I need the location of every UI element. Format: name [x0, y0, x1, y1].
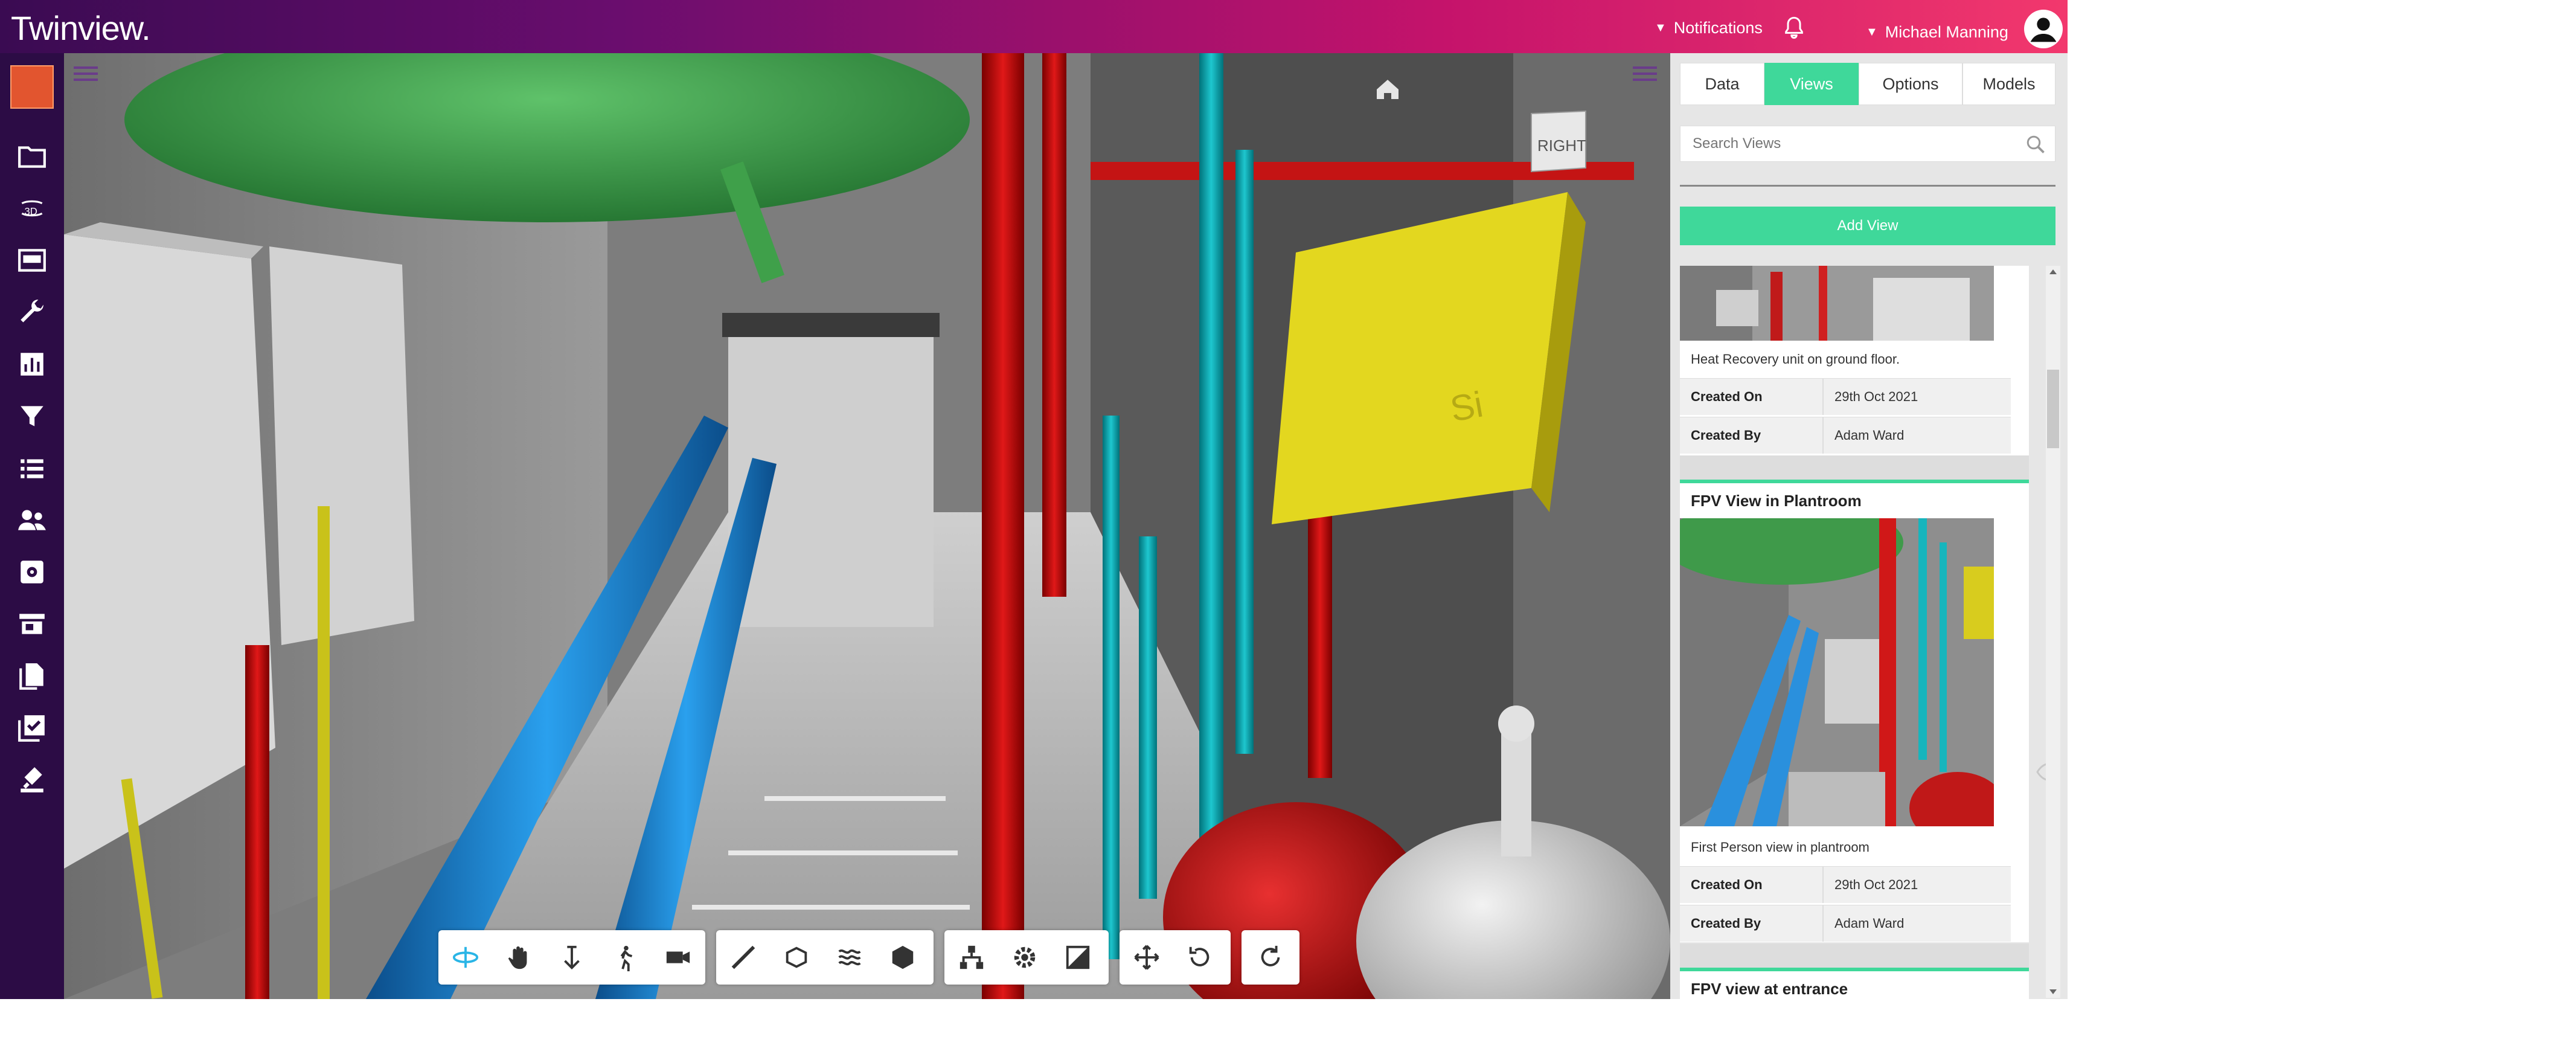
- view-thumbnail[interactable]: [1680, 518, 1994, 826]
- measure-icon[interactable]: [727, 941, 760, 974]
- user-name: Michael Manning: [1885, 22, 2008, 41]
- created-on-row: Created On 29th Oct 2021: [1680, 378, 2011, 415]
- pan-icon[interactable]: [502, 941, 535, 974]
- chart-icon[interactable]: [14, 347, 50, 382]
- wrench-icon[interactable]: [14, 295, 50, 330]
- views-list: Heat Recovery unit on ground floor. Crea…: [1680, 266, 2055, 1051]
- filter-icon[interactable]: [14, 399, 50, 434]
- user-menu[interactable]: ▼ Michael Manning: [1866, 10, 2063, 48]
- model-browser-icon[interactable]: [955, 941, 988, 974]
- caret-down-icon: ▼: [1866, 25, 1878, 39]
- folder-icon[interactable]: [14, 139, 50, 174]
- stamp-icon[interactable]: [14, 762, 50, 797]
- notifications-label: Notifications: [1673, 18, 1763, 37]
- scrollbar-thumb[interactable]: [2047, 370, 2059, 448]
- move-icon[interactable]: [1130, 941, 1163, 974]
- card-separator: [1680, 455, 2029, 480]
- app-logo[interactable]: Twinview.: [11, 8, 151, 48]
- tab-data[interactable]: Data: [1680, 63, 1764, 105]
- documents-icon[interactable]: [14, 658, 50, 693]
- viewport-menu-right-icon: [1633, 66, 1657, 81]
- scroll-up-arrow-icon[interactable]: [2049, 269, 2057, 274]
- tab-options[interactable]: Options: [1859, 63, 1962, 105]
- reset-icon[interactable]: [1254, 941, 1287, 974]
- view-thumbnail[interactable]: [1680, 266, 1994, 341]
- dashboard-icon[interactable]: [14, 243, 50, 278]
- created-on-label: Created On: [1680, 379, 1824, 415]
- properties-icon[interactable]: [1062, 941, 1094, 974]
- model-tools-group: [944, 930, 1109, 985]
- viewcube-face-label: RIGHT: [1537, 137, 1586, 155]
- section-icon[interactable]: [780, 941, 813, 974]
- view-description: Heat Recovery unit on ground floor.: [1691, 352, 1900, 367]
- checklist-icon[interactable]: [14, 710, 50, 745]
- created-by-value: Adam Ward: [1824, 905, 2011, 942]
- sidebar: 3D: [0, 53, 64, 999]
- camera-icon[interactable]: [662, 941, 694, 974]
- card-separator: [1680, 943, 2029, 968]
- tab-models[interactable]: Models: [1962, 63, 2055, 105]
- view-title: FPV view at entrance: [1691, 980, 1848, 998]
- plant-room-scene: Si RIGHT: [64, 53, 1670, 999]
- navigation-tools-group: [438, 930, 705, 985]
- orbit-icon[interactable]: [449, 941, 482, 974]
- logo-mark: .: [141, 9, 151, 47]
- store-icon[interactable]: [14, 606, 50, 641]
- analysis-tools-group: [716, 930, 934, 985]
- cube-icon[interactable]: [886, 941, 919, 974]
- caret-down-icon: ▼: [1655, 21, 1667, 34]
- created-by-label: Created By: [1680, 905, 1824, 942]
- notifications-menu[interactable]: ▼ Notifications: [1655, 16, 1806, 40]
- project-logo-icon[interactable]: [10, 65, 54, 109]
- created-by-label: Created By: [1680, 417, 1824, 454]
- created-on-value: 29th Oct 2021: [1824, 867, 2011, 903]
- 3d-viewport[interactable]: Si RIGHT: [64, 53, 1670, 999]
- transform-tools-group: [1120, 930, 1231, 985]
- 3d-view-icon[interactable]: 3D: [14, 191, 50, 226]
- rotate-icon[interactable]: [1184, 941, 1216, 974]
- views-panel: Data Views Options Models Add View Heat …: [1670, 53, 2068, 1051]
- search-box: [1680, 126, 2055, 162]
- divider: [1680, 185, 2055, 187]
- scrollbar[interactable]: [2046, 266, 2060, 998]
- explode-icon[interactable]: [833, 941, 866, 974]
- avatar-icon: [2023, 10, 2063, 48]
- settings-icon[interactable]: [14, 554, 50, 590]
- created-on-value: 29th Oct 2021: [1824, 379, 2011, 415]
- created-by-value: Adam Ward: [1824, 417, 2011, 454]
- scroll-down-arrow-icon[interactable]: [2049, 989, 2057, 994]
- search-icon[interactable]: [2025, 133, 2046, 155]
- view-card[interactable]: FPV view at entrance: [1680, 971, 2029, 1051]
- search-input[interactable]: [1680, 126, 2020, 161]
- list-icon[interactable]: [14, 451, 50, 486]
- view-title: FPV View in Plantroom: [1691, 492, 1862, 510]
- created-by-row: Created By Adam Ward: [1680, 417, 2011, 454]
- tab-views[interactable]: Views: [1764, 63, 1859, 105]
- viewport-menu-left-icon: [74, 66, 98, 81]
- created-on-row: Created On 29th Oct 2021: [1680, 866, 2011, 903]
- people-icon[interactable]: [14, 503, 50, 538]
- settings-gear-icon[interactable]: [1008, 941, 1041, 974]
- add-view-button[interactable]: Add View: [1680, 207, 2055, 245]
- reset-tools-group: [1242, 930, 1299, 985]
- top-bar: Twinview. ▼ Notifications ▼ Michael Mann…: [0, 0, 2068, 53]
- walk-icon[interactable]: [609, 941, 641, 974]
- bell-icon: [1785, 16, 1803, 39]
- view-description: First Person view in plantroom: [1691, 840, 1870, 855]
- created-on-label: Created On: [1680, 867, 1824, 903]
- view-card[interactable]: FPV View in Plantroom First Person view …: [1680, 483, 2029, 942]
- created-by-row: Created By Adam Ward: [1680, 905, 2011, 942]
- dolly-icon[interactable]: [556, 941, 588, 974]
